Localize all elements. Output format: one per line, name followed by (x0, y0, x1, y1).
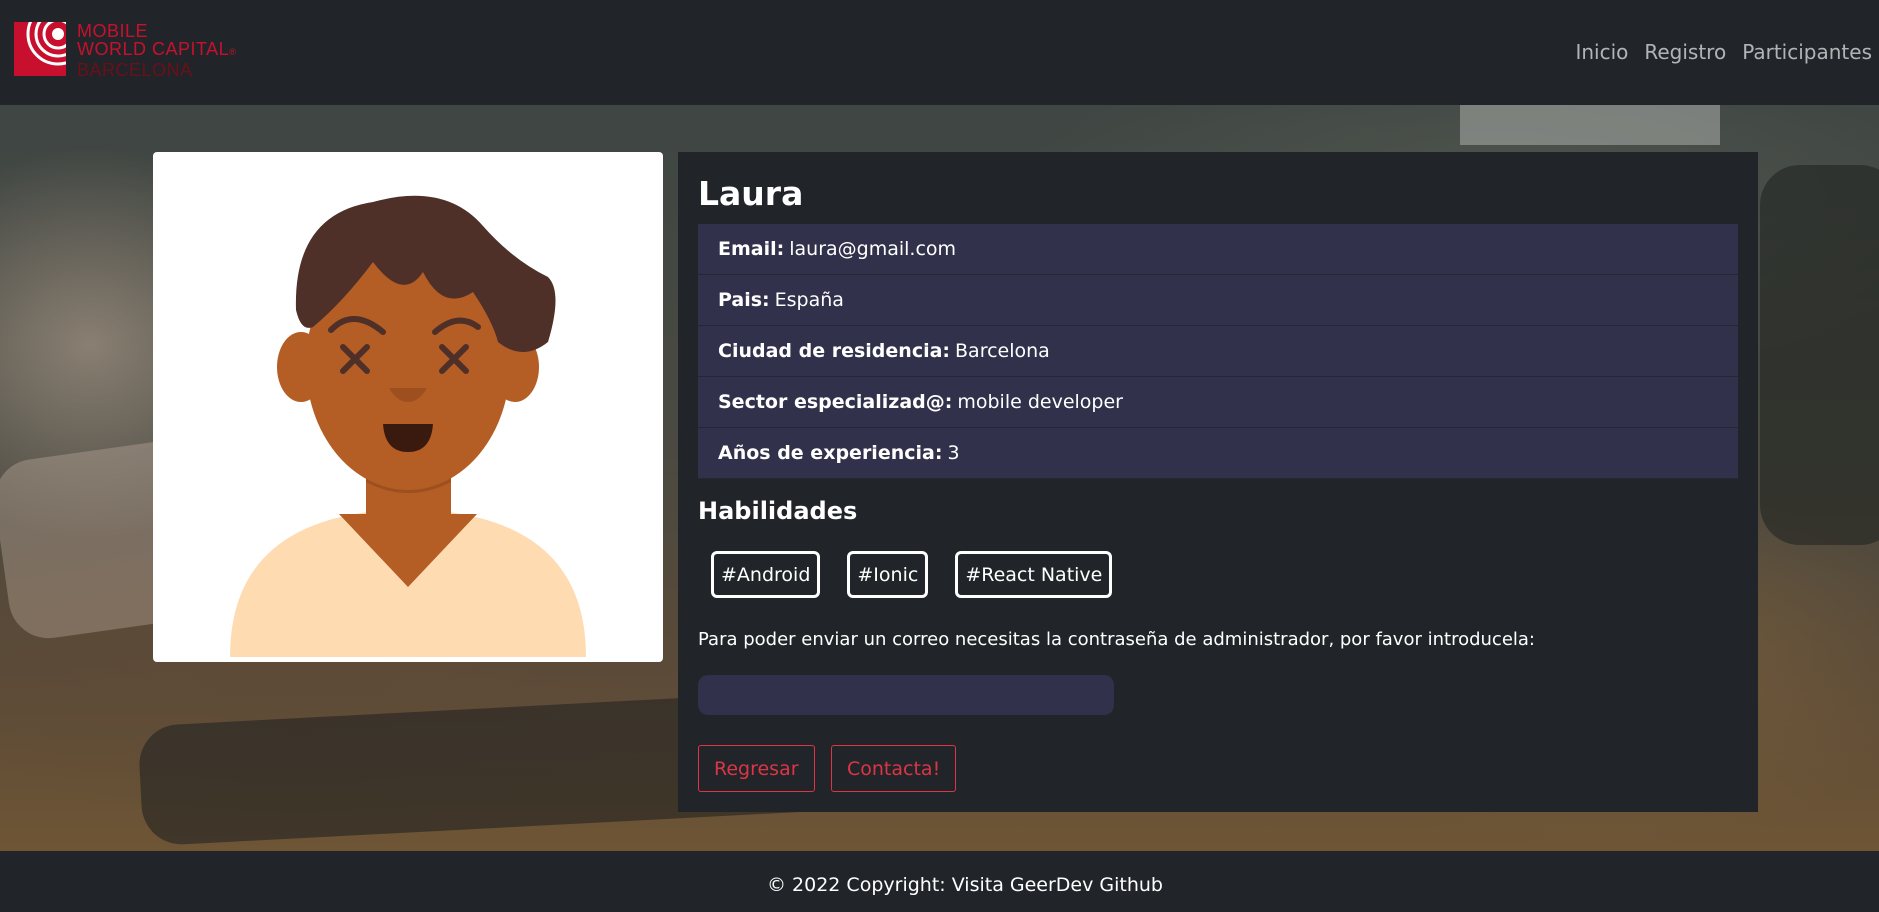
brand-line-3: BARCELONA (77, 60, 193, 80)
back-button[interactable]: Regresar (698, 745, 815, 792)
profile-panel: Laura Email: laura@gmail.com Pais: Españ… (678, 152, 1758, 812)
skills-heading: Habilidades (698, 497, 858, 525)
footer: © 2022 Copyright: Visita GeerDev Github (0, 851, 1879, 912)
info-label: Sector especializad@: (718, 391, 953, 413)
mwc-logo-icon (14, 22, 66, 76)
profile-info-list: Email: laura@gmail.com Pais: España Ciud… (698, 224, 1738, 479)
list-item: Años de experiencia: 3 (698, 428, 1738, 479)
info-value: España (774, 289, 844, 311)
info-value: laura@gmail.com (789, 238, 957, 260)
contact-button[interactable]: Contacta! (831, 745, 957, 792)
background-detail (1460, 105, 1720, 145)
skill-badge-ionic: #Ionic (847, 551, 929, 598)
info-label: Pais: (718, 289, 770, 311)
admin-password-input[interactable] (698, 675, 1114, 715)
nav-link-participantes[interactable]: Participantes (1733, 38, 1879, 66)
info-value: mobile developer (957, 391, 1123, 413)
brand-text: MOBILE WORLD CAPITAL® BARCELONA (77, 22, 236, 79)
registered-mark: ® (229, 47, 237, 57)
list-item: Email: laura@gmail.com (698, 224, 1738, 275)
info-value: Barcelona (955, 340, 1050, 362)
list-item: Sector especializad@: mobile developer (698, 377, 1738, 428)
cartoon-person-avatar-icon (230, 195, 586, 657)
nav-links: Inicio Registro Participantes (1566, 38, 1879, 66)
background-detail (1760, 165, 1879, 545)
password-instructions: Para poder enviar un correo necesitas la… (698, 629, 1535, 650)
brand-line-2: WORLD CAPITAL (77, 39, 230, 59)
navbar: MOBILE WORLD CAPITAL® BARCELONA Inicio R… (0, 0, 1879, 105)
skills-list: #Android #Ionic #React Native (711, 551, 1139, 598)
footer-copyright[interactable]: © 2022 Copyright: Visita GeerDev Github (767, 874, 1163, 896)
nav-link-registro[interactable]: Registro (1635, 38, 1733, 66)
info-value: 3 (947, 442, 960, 464)
profile-name: Laura (698, 174, 804, 213)
list-item: Ciudad de residencia: Barcelona (698, 326, 1738, 377)
brand-line-1: MOBILE (77, 21, 149, 41)
skill-badge-android: #Android (711, 551, 821, 598)
info-label: Años de experiencia: (718, 442, 943, 464)
list-item: Pais: España (698, 275, 1738, 326)
brand-logo[interactable]: MOBILE WORLD CAPITAL® BARCELONA (14, 22, 254, 79)
info-label: Email: (718, 238, 785, 260)
avatar-card (153, 152, 663, 662)
info-label: Ciudad de residencia: (718, 340, 951, 362)
nav-link-inicio[interactable]: Inicio (1566, 38, 1635, 66)
skill-badge-react-native: #React Native (955, 551, 1113, 598)
